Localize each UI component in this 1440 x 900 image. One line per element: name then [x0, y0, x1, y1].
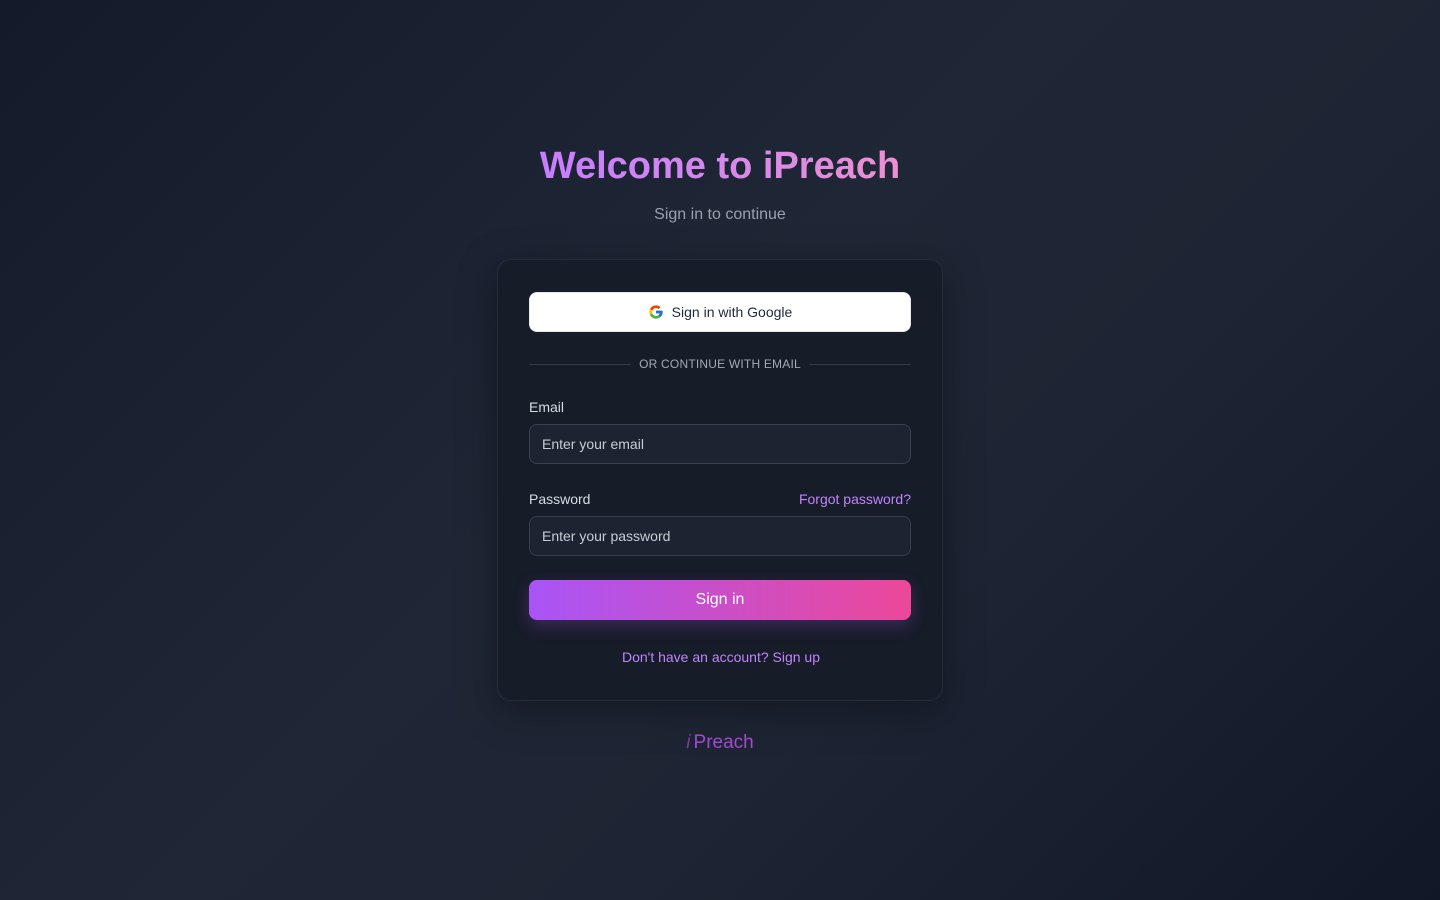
or-divider: OR CONTINUE WITH EMAIL — [529, 356, 911, 372]
forgot-password-link[interactable]: Forgot password? — [799, 490, 911, 508]
login-card: Sign in with Google OR CONTINUE WITH EMA… — [497, 259, 943, 701]
footer-logo: i Preach — [0, 731, 1440, 755]
signin-button[interactable]: Sign in — [529, 580, 911, 620]
signup-link[interactable]: Don't have an account? Sign up — [622, 649, 820, 665]
page-subtitle: Sign in to continue — [654, 206, 786, 223]
email-label: Email — [529, 399, 565, 415]
google-signin-button[interactable]: Sign in with Google — [529, 292, 911, 332]
logo-text: Preach — [693, 732, 754, 753]
google-icon — [649, 305, 663, 319]
page-title: Welcome to iPreach — [539, 145, 901, 187]
password-label: Password — [529, 491, 591, 507]
google-button-label: Sign in with Google — [671, 304, 793, 320]
logo-icon: i — [686, 732, 691, 753]
password-input[interactable] — [529, 516, 911, 556]
divider-text: OR CONTINUE WITH EMAIL — [631, 356, 809, 372]
signup-prompt: Don't have an account? Sign up — [498, 648, 944, 666]
email-input[interactable] — [529, 424, 911, 464]
